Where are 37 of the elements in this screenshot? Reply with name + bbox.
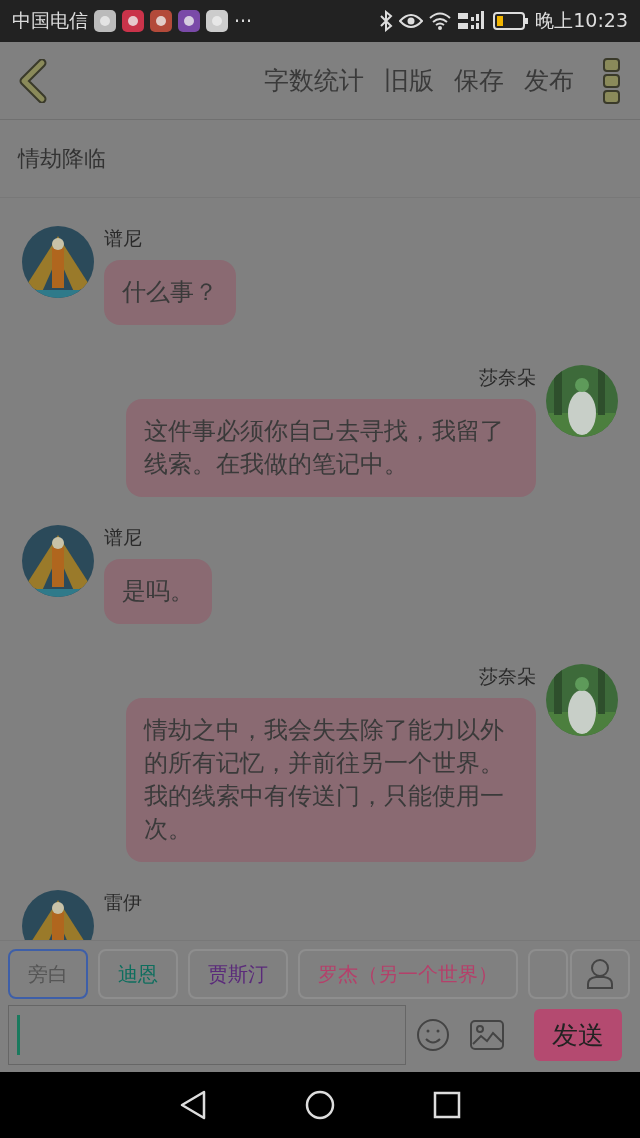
message-bubble: 这件事必须你自己去寻找，我留了线索。在我做的笔记中。 bbox=[126, 399, 536, 497]
battery-icon bbox=[493, 12, 530, 30]
app-icon bbox=[150, 10, 172, 32]
sender-name: 谱尼 bbox=[104, 525, 142, 550]
message-bubble: 情劫之中，我会失去除了能力以外的所有记忆，并前往另一个世界。我的线索中有传送门，只能使用一次。 bbox=[126, 698, 536, 862]
sender-name: 谱尼 bbox=[104, 226, 142, 251]
message-input[interactable] bbox=[8, 1005, 406, 1065]
image-icon[interactable] bbox=[470, 1020, 504, 1050]
role-chip[interactable]: 贾斯汀 bbox=[188, 949, 288, 999]
toolbar-link[interactable]: 旧版 bbox=[384, 64, 434, 97]
clock: 晚上10:23 bbox=[535, 8, 628, 33]
message-bubble: 什么事？ bbox=[104, 260, 236, 325]
send-button[interactable]: 发送 bbox=[534, 1009, 622, 1061]
eye-icon bbox=[399, 13, 424, 29]
message-bubble: 是吗。 bbox=[104, 559, 212, 624]
sender-name: 雷伊 bbox=[104, 890, 142, 915]
emoji-icon[interactable] bbox=[416, 1018, 450, 1052]
toolbar-link[interactable]: 保存 bbox=[454, 64, 504, 97]
toolbar-link[interactable]: 字数统计 bbox=[264, 64, 364, 97]
carrier-name: 中国电信 bbox=[12, 8, 88, 33]
sender-name: 莎奈朵 bbox=[479, 664, 536, 689]
recents-icon[interactable] bbox=[433, 1091, 461, 1119]
toolbar-link[interactable]: 发布 bbox=[524, 64, 574, 97]
user-button[interactable] bbox=[570, 949, 630, 999]
person-icon bbox=[586, 958, 614, 990]
role-chip[interactable]: 迪恩 bbox=[98, 949, 178, 999]
bluetooth-icon bbox=[379, 10, 394, 32]
chapter-title: 情劫降临 bbox=[18, 144, 106, 173]
wifi-icon bbox=[429, 12, 452, 30]
more-menu-icon[interactable] bbox=[602, 56, 622, 105]
more-notifications: ··· bbox=[234, 10, 253, 32]
app-icon bbox=[178, 10, 200, 32]
app-icon bbox=[122, 10, 144, 32]
home-icon[interactable] bbox=[305, 1090, 335, 1120]
app-icon bbox=[206, 10, 228, 32]
app-icon bbox=[94, 10, 116, 32]
sender-name: 莎奈朵 bbox=[479, 365, 536, 390]
